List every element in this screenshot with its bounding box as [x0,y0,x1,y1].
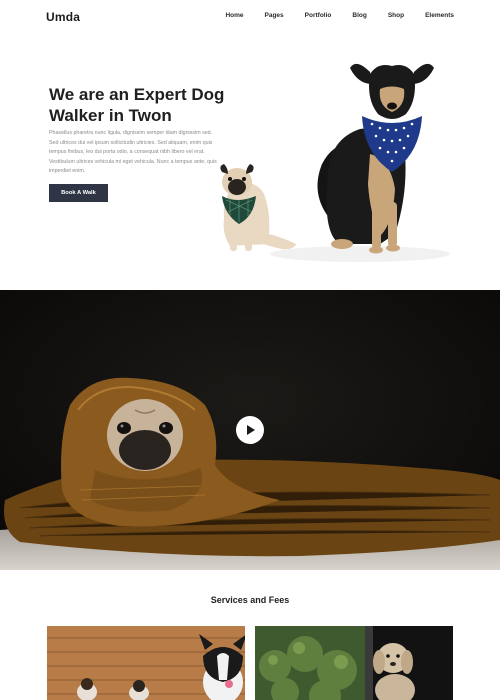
service-card-image[interactable] [47,626,245,700]
main-nav: Home Pages Portfolio Blog Shop Elements [204,12,454,19]
nav-item-elements[interactable]: Elements [425,12,454,19]
dogs-on-deck-image [47,626,245,700]
pug-illustration [220,164,296,251]
book-walk-button[interactable]: Book A Walk [49,184,108,202]
video-section [0,290,500,570]
site-header: Umda Home Pages Portfolio Blog Shop Elem… [0,0,500,34]
nav-item-shop[interactable]: Shop [388,12,404,19]
nav-item-home[interactable]: Home [225,12,243,19]
nav-item-blog[interactable]: Blog [352,12,366,19]
services-title: Services and Fees [210,595,290,605]
hero-section: We are an Expert Dog Walker in Twon Phas… [0,34,500,290]
service-card-image[interactable] [255,626,453,700]
nav-item-portfolio[interactable]: Portfolio [305,12,332,19]
hero-description: Phasellus pharetra nunc ligula, dignissi… [49,130,217,175]
play-button[interactable] [236,416,264,444]
big-dog-illustration [317,63,434,254]
site-logo[interactable]: Umda [46,10,80,24]
dog-at-window-image [255,626,453,700]
hero-dogs-image [220,63,450,262]
nav-item-pages[interactable]: Pages [265,12,284,19]
play-icon [247,425,255,435]
